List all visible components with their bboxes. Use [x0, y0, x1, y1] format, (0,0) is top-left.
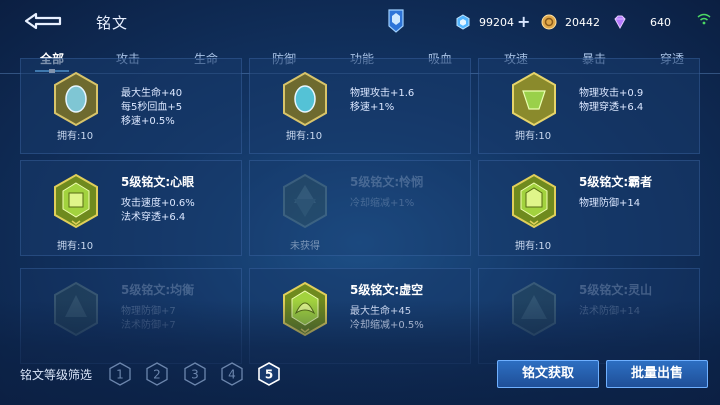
- inscription-card[interactable]: 5级铭文:怜悯 冷却缩减+1% 未获得: [249, 160, 471, 256]
- level-filter-5-label: 5: [265, 368, 273, 382]
- level-filter-1[interactable]: 1: [109, 362, 131, 386]
- inscription-card[interactable]: 最大生命+40 每5秒回血+5 移速+0.5% 拥有:10: [20, 58, 242, 154]
- card-stat: 法术穿透+6.4: [121, 212, 186, 223]
- card-stat: 法术防御+14: [579, 306, 641, 317]
- card-stat: 冷却缩减+1%: [350, 198, 415, 209]
- gem-value: 640: [650, 15, 671, 29]
- level-filter-5[interactable]: 5: [258, 362, 280, 386]
- level-filter-1-label: 1: [116, 368, 124, 382]
- gold-currency: 20442: [541, 12, 600, 32]
- gem-icon: [614, 15, 626, 30]
- card-stat: 物理攻击+0.9: [579, 88, 644, 99]
- card-owned-count: 拥有:10: [515, 241, 552, 252]
- inscription-attack-icon: [283, 71, 327, 127]
- get-inscription-button[interactable]: 铭文获取: [497, 360, 599, 388]
- inscription-lianmin-icon: [283, 173, 327, 229]
- card-stat: 物理攻击+1.6: [350, 88, 415, 99]
- inscription-card[interactable]: 5级铭文:心眼 攻击速度+0.6% 法术穿透+6.4 拥有:10: [20, 160, 242, 256]
- card-stat: 每5秒回血+5: [121, 102, 183, 113]
- level-filter-3[interactable]: 3: [184, 362, 206, 386]
- card-stat: 物理防御+7: [121, 306, 176, 317]
- card-stat: 最大生命+40: [121, 88, 183, 99]
- card-name: 5级铭文:怜悯: [350, 175, 424, 189]
- page-title: 铭文: [96, 14, 129, 32]
- coupon-icon: [456, 14, 470, 30]
- inscription-card[interactable]: 5级铭文:均衡 物理防御+7 法术防御+7: [20, 268, 242, 364]
- inscription-lingshan-icon: [512, 281, 556, 337]
- inscription-health-icon: [54, 71, 98, 127]
- level-filter-2-label: 2: [153, 368, 161, 382]
- top-bar: 铭文 99204 + 20442 640: [0, 0, 720, 44]
- inscription-penetration-icon: [512, 71, 556, 127]
- inscription-card[interactable]: 物理攻击+0.9 物理穿透+6.4 拥有:10: [478, 58, 700, 154]
- inscription-card[interactable]: 5级铭文:霸者 物理防御+14 拥有:10: [478, 160, 700, 256]
- card-stat: 法术防御+7: [121, 320, 176, 331]
- card-stat: 物理防御+14: [579, 198, 641, 209]
- card-stat: 移速+0.5%: [121, 116, 175, 127]
- coupon-currency[interactable]: 99204 +: [455, 12, 530, 32]
- card-name: 5级铭文:均衡: [121, 283, 195, 297]
- card-name: 5级铭文:心眼: [121, 175, 195, 189]
- card-not-owned: 未获得: [290, 241, 320, 252]
- gem-currency: 640: [612, 12, 671, 32]
- card-owned-count: 拥有:10: [515, 131, 552, 142]
- card-stat: 物理穿透+6.4: [579, 102, 644, 113]
- card-name: 5级铭文:霸者: [579, 175, 653, 189]
- inscription-card[interactable]: 5级铭文:灵山 法术防御+14: [478, 268, 700, 364]
- wifi-icon: [697, 13, 711, 25]
- card-owned-count: 拥有:10: [57, 241, 94, 252]
- level-filter-4-label: 4: [228, 368, 236, 382]
- card-stat: 攻击速度+0.6%: [121, 198, 195, 209]
- card-name: 5级铭文:灵山: [579, 283, 653, 297]
- bulk-sell-button[interactable]: 批量出售: [606, 360, 708, 388]
- card-owned-count: 拥有:10: [286, 131, 323, 142]
- inscription-xukong-icon: [283, 281, 327, 337]
- inscription-junheng-icon: [54, 281, 98, 337]
- gold-coin-icon: [541, 14, 557, 30]
- level-filter-label: 铭文等级筛选: [20, 368, 93, 382]
- inscription-card[interactable]: 5级铭文:虚空 最大生命+45 冷却缩减+0.5%: [249, 268, 471, 364]
- level-filter-3-label: 3: [191, 368, 199, 382]
- level-filter-2[interactable]: 2: [146, 362, 168, 386]
- card-owned-count: 拥有:10: [57, 131, 94, 142]
- card-stat: 移速+1%: [350, 102, 395, 113]
- gold-value: 20442: [565, 15, 600, 29]
- back-arrow-icon[interactable]: [22, 10, 66, 32]
- inscription-xinyan-icon: [54, 173, 98, 229]
- level-filter-4[interactable]: 4: [221, 362, 243, 386]
- add-coupon-icon[interactable]: +: [517, 14, 530, 30]
- rank-badge-icon[interactable]: [387, 8, 405, 34]
- card-stat: 最大生命+45: [350, 306, 412, 317]
- card-name: 5级铭文:虚空: [350, 283, 424, 297]
- inscription-bazhe-icon: [512, 173, 556, 229]
- card-stat: 冷却缩减+0.5%: [350, 320, 424, 331]
- coupon-value: 99204: [479, 15, 514, 29]
- inscription-card[interactable]: 物理攻击+1.6 移速+1% 拥有:10: [249, 58, 471, 154]
